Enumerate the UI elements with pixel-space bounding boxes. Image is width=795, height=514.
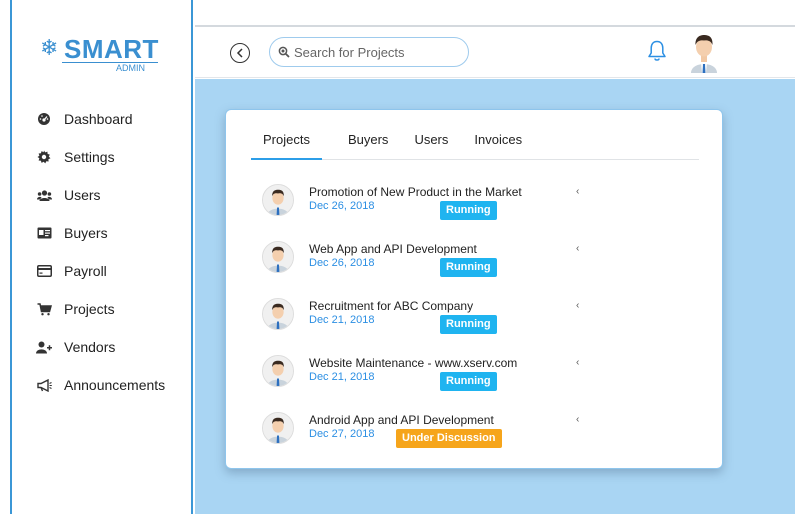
sidebar-item-label: Announcements xyxy=(64,377,166,393)
chevron-left-icon[interactable]: ‹ xyxy=(576,357,579,368)
sidebar-item-label: Projects xyxy=(64,301,115,317)
sidebar-item-dashboard[interactable]: Dashboard xyxy=(36,100,165,138)
sidebar-item-label: Vendors xyxy=(64,339,116,355)
app-frame: ❄ SMART ADMIN Dashboard Settings Users B… xyxy=(0,0,795,514)
gear-icon xyxy=(36,149,52,165)
bell-icon[interactable] xyxy=(647,39,667,63)
search-input[interactable] xyxy=(294,44,454,60)
brand-subtitle: ADMIN xyxy=(116,63,145,73)
tab-invoices[interactable]: Invoices xyxy=(462,132,522,160)
list-item[interactable]: Android App and API Development Dec 27, … xyxy=(262,412,702,469)
tab-bar: Projects Buyers Users Invoices xyxy=(251,132,699,160)
project-date: Dec 26, 2018 xyxy=(309,200,375,212)
avatar xyxy=(262,241,294,273)
list-item[interactable]: Web App and API Development Dec 26, 2018… xyxy=(262,241,702,298)
list-item[interactable]: Promotion of New Product in the Market D… xyxy=(262,184,702,241)
sidebar-item-announcements[interactable]: Announcements xyxy=(36,366,165,404)
project-title: Website Maintenance - www.xserv.com xyxy=(309,356,518,370)
project-date: Dec 21, 2018 xyxy=(309,371,375,383)
brand-logo[interactable]: ❄ SMART ADMIN xyxy=(40,34,170,74)
project-date: Dec 21, 2018 xyxy=(309,314,375,326)
sidebar-item-label: Payroll xyxy=(64,263,107,279)
project-title: Android App and API Development xyxy=(309,413,494,427)
user-avatar[interactable] xyxy=(687,33,721,73)
sidebar-item-label: Users xyxy=(64,187,101,203)
search-box[interactable] xyxy=(269,37,469,67)
top-bar xyxy=(195,25,795,78)
project-date: Dec 27, 2018 xyxy=(309,428,375,440)
status-badge: Running xyxy=(440,258,497,277)
list-item[interactable]: Recruitment for ABC Company Dec 21, 2018… xyxy=(262,298,702,355)
project-list: Promotion of New Product in the Market D… xyxy=(262,184,702,469)
cart-icon xyxy=(36,301,52,317)
tab-buyers[interactable]: Buyers xyxy=(336,132,388,160)
avatar xyxy=(262,298,294,330)
megaphone-icon xyxy=(36,377,52,393)
chevron-left-icon[interactable]: ‹ xyxy=(576,186,579,197)
search-icon xyxy=(278,46,290,58)
status-badge: Running xyxy=(440,315,497,334)
tab-users[interactable]: Users xyxy=(402,132,448,160)
avatar xyxy=(262,412,294,444)
sidebar-item-vendors[interactable]: Vendors xyxy=(36,328,165,366)
status-badge: Under Discussion xyxy=(396,429,502,448)
avatar xyxy=(262,355,294,387)
credit-card-icon xyxy=(36,263,52,279)
brand-name: SMART xyxy=(64,34,159,64)
status-badge: Running xyxy=(440,201,497,220)
sidebar-nav: Dashboard Settings Users Buyers Payroll … xyxy=(36,100,165,404)
project-title: Web App and API Development xyxy=(309,242,477,256)
project-title: Promotion of New Product in the Market xyxy=(309,185,522,199)
sidebar-item-label: Settings xyxy=(64,149,115,165)
sidebar-item-payroll[interactable]: Payroll xyxy=(36,252,165,290)
sidebar-item-settings[interactable]: Settings xyxy=(36,138,165,176)
projects-card: Projects Buyers Users Invoices Promotion… xyxy=(225,109,723,469)
avatar xyxy=(262,184,294,216)
project-title: Recruitment for ABC Company xyxy=(309,299,474,313)
sidebar-item-buyers[interactable]: Buyers xyxy=(36,214,165,252)
users-icon xyxy=(36,187,52,203)
chevron-left-icon[interactable]: ‹ xyxy=(576,300,579,311)
sidebar-item-label: Buyers xyxy=(64,225,108,241)
sidebar-item-label: Dashboard xyxy=(64,111,133,127)
main-content: Projects Buyers Users Invoices Promotion… xyxy=(195,79,795,514)
chevron-left-icon[interactable]: ‹ xyxy=(576,414,579,425)
sidebar-item-projects[interactable]: Projects xyxy=(36,290,165,328)
snowflake-icon: ❄ xyxy=(40,36,59,61)
id-card-icon xyxy=(36,225,52,241)
tab-projects[interactable]: Projects xyxy=(251,132,322,160)
dashboard-icon xyxy=(36,111,52,127)
project-date: Dec 26, 2018 xyxy=(309,257,375,269)
back-button[interactable] xyxy=(230,43,250,63)
user-plus-icon xyxy=(36,339,52,355)
list-item[interactable]: Website Maintenance - www.xserv.com Dec … xyxy=(262,355,702,412)
status-badge: Running xyxy=(440,372,497,391)
chevron-left-icon[interactable]: ‹ xyxy=(576,243,579,254)
sidebar-item-users[interactable]: Users xyxy=(36,176,165,214)
chevron-left-icon xyxy=(236,48,243,58)
sidebar: ❄ SMART ADMIN Dashboard Settings Users B… xyxy=(10,0,193,514)
